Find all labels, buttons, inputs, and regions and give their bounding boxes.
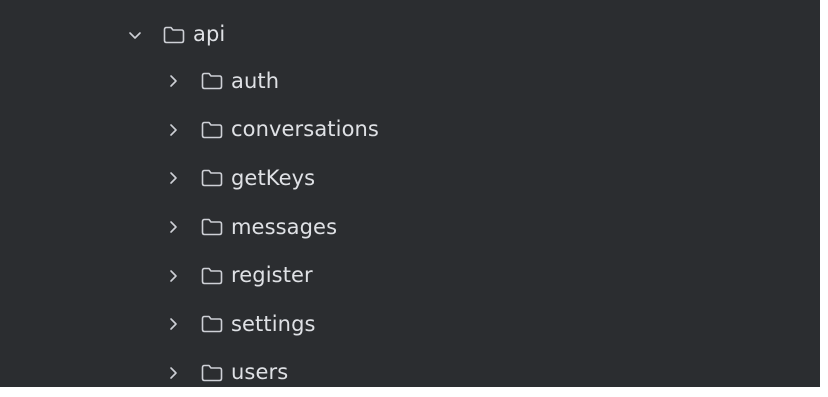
chevron-down-icon[interactable] bbox=[124, 24, 146, 46]
folder-icon bbox=[198, 167, 226, 189]
folder-icon bbox=[198, 313, 226, 335]
chevron-right-icon[interactable] bbox=[162, 313, 184, 335]
chevron-right-icon[interactable] bbox=[162, 167, 184, 189]
tree-node-label: register bbox=[231, 263, 313, 288]
tree-node-auth[interactable]: auth bbox=[0, 57, 820, 106]
chevron-right-icon[interactable] bbox=[162, 265, 184, 287]
tree-node-register[interactable]: register bbox=[0, 251, 820, 300]
tree-node-label: settings bbox=[231, 311, 316, 336]
folder-icon bbox=[160, 24, 188, 46]
tree-node-label: api bbox=[193, 22, 226, 46]
folder-icon bbox=[198, 265, 226, 287]
tree-node-label: getKeys bbox=[231, 165, 316, 190]
tree-node-users[interactable]: users bbox=[0, 349, 820, 397]
tree-node-label: users bbox=[231, 360, 289, 385]
chevron-right-icon[interactable] bbox=[162, 70, 184, 92]
tree-node-api[interactable]: api bbox=[0, 12, 820, 57]
chevron-right-icon[interactable] bbox=[162, 362, 184, 384]
tree-node-label: messages bbox=[231, 214, 338, 239]
tree-node-label: conversations bbox=[231, 117, 379, 142]
folder-icon bbox=[198, 70, 226, 92]
chevron-right-icon[interactable] bbox=[162, 119, 184, 141]
folder-icon bbox=[198, 119, 226, 141]
project-tree: api auth conversations getKeys messages … bbox=[0, 12, 820, 397]
folder-icon bbox=[198, 216, 226, 238]
tree-node-settings[interactable]: settings bbox=[0, 300, 820, 349]
tree-node-getkeys[interactable]: getKeys bbox=[0, 154, 820, 203]
chevron-right-icon[interactable] bbox=[162, 216, 184, 238]
tree-node-messages[interactable]: messages bbox=[0, 203, 820, 252]
tree-node-conversations[interactable]: conversations bbox=[0, 106, 820, 155]
project-tool-window: api auth conversations getKeys messages … bbox=[0, 0, 820, 387]
folder-icon bbox=[198, 362, 226, 384]
tree-node-label: auth bbox=[231, 68, 280, 93]
